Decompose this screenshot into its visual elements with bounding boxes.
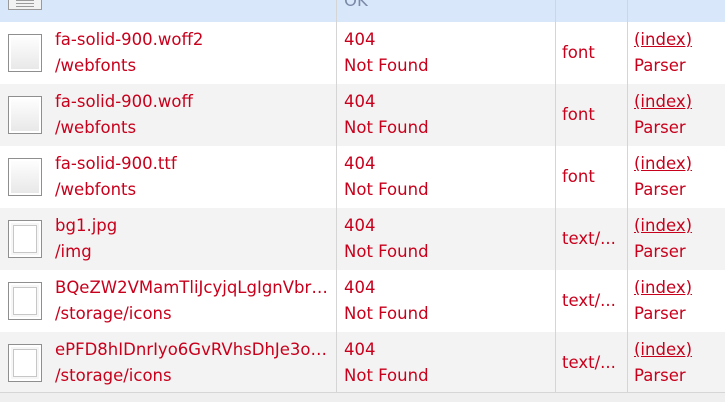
status-code: 404 — [344, 30, 376, 49]
table-row[interactable]: bg1.jpg /img 404 Not Found text/... (ind… — [0, 208, 725, 270]
initiator-type: Parser — [634, 304, 686, 323]
status-text: Not Found — [344, 242, 429, 261]
request-type: font — [562, 43, 595, 62]
request-type: text/... — [562, 229, 616, 248]
table-row[interactable]: fa-solid-900.ttf /webfonts 404 Not Found… — [0, 146, 725, 208]
request-name[interactable]: ePFD8hIDnrIyo6GvRVhsDhJe3oV... — [55, 337, 333, 363]
status-code: 404 — [344, 278, 376, 297]
request-name[interactable]: bg1.jpg — [55, 213, 333, 239]
initiator-type: Parser — [634, 118, 686, 137]
file-icon — [8, 158, 42, 196]
request-type: font — [562, 105, 595, 124]
request-type: font — [562, 167, 595, 186]
file-icon — [8, 34, 42, 72]
status-code: 404 — [344, 216, 376, 235]
status-text: Not Found — [344, 304, 429, 323]
table-row[interactable]: fa-solid-900.woff2 /webfonts 404 Not Fou… — [0, 22, 725, 84]
request-path: /img — [55, 242, 92, 261]
table-row[interactable]: ePFD8hIDnrIyo6GvRVhsDhJe3oV... /storage/… — [0, 332, 725, 394]
image-icon — [8, 282, 42, 320]
initiator-type: Parser — [634, 242, 686, 261]
file-icon — [8, 96, 42, 134]
request-name[interactable]: fa-solid-900.ttf — [55, 151, 333, 177]
status-code: 404 — [344, 340, 376, 359]
status-text: Not Found — [344, 118, 429, 137]
document-icon — [8, 0, 42, 10]
initiator-link[interactable]: (index) — [634, 151, 692, 177]
table-footer — [0, 392, 725, 402]
initiator-link[interactable]: (index) — [634, 89, 692, 115]
column-divider[interactable] — [336, 0, 337, 392]
request-type: text/... — [562, 353, 616, 372]
request-path: /webfonts — [55, 56, 137, 75]
initiator-type: Parser — [634, 366, 686, 385]
image-icon — [8, 220, 42, 258]
request-path: /webfonts — [55, 180, 137, 199]
table-row[interactable]: fa-solid-900.woff /webfonts 404 Not Foun… — [0, 84, 725, 146]
status-text: Not Found — [344, 180, 429, 199]
request-name[interactable]: fa-solid-900.woff — [55, 89, 333, 115]
column-divider[interactable] — [555, 0, 556, 392]
initiator-type: Parser — [634, 180, 686, 199]
status-text: OK — [344, 0, 368, 10]
request-type: text/... — [562, 291, 616, 310]
initiator-link[interactable]: (index) — [634, 275, 692, 301]
network-request-table: OK fa-solid-900.woff2 /webfonts 404 Not … — [0, 0, 725, 402]
status-code: 404 — [344, 154, 376, 173]
request-path: /storage/icons — [55, 304, 172, 323]
status-text: Not Found — [344, 56, 429, 75]
image-icon — [8, 344, 42, 382]
table-row[interactable]: BQeZW2VMamTliJcyjqLgIgnVbr2... /storage/… — [0, 270, 725, 332]
request-name[interactable]: BQeZW2VMamTliJcyjqLgIgnVbr2... — [55, 275, 333, 301]
initiator-link[interactable]: (index) — [634, 337, 692, 363]
status-code: 404 — [344, 92, 376, 111]
initiator-type: Parser — [634, 56, 686, 75]
initiator-link[interactable]: (index) — [634, 213, 692, 239]
status-text: Not Found — [344, 366, 429, 385]
request-path: /webfonts — [55, 118, 137, 137]
request-name[interactable]: fa-solid-900.woff2 — [55, 27, 333, 53]
initiator-link[interactable]: (index) — [634, 27, 692, 53]
request-path: /storage/icons — [55, 366, 172, 385]
column-divider[interactable] — [627, 0, 628, 392]
table-row[interactable]: OK — [0, 0, 725, 23]
